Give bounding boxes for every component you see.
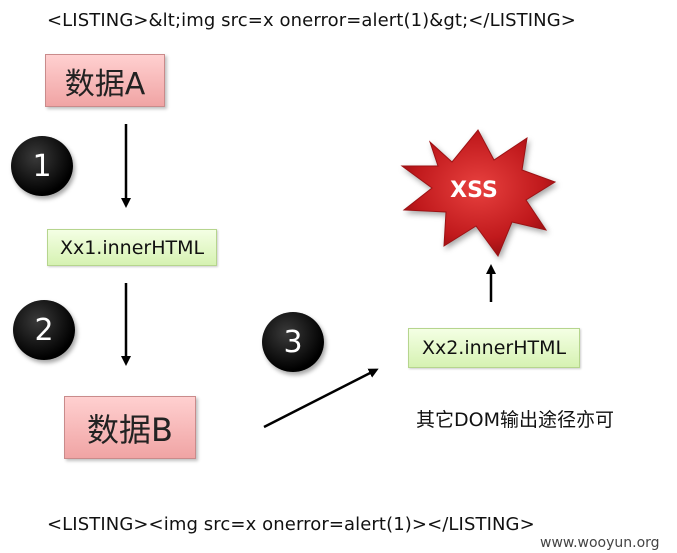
xx2-innerhtml-label: Xx2.innerHTML — [421, 337, 567, 359]
step-badge-2: 2 — [13, 300, 75, 360]
bottom-code-line: <LISTING><img src=x onerror=alert(1)></L… — [47, 514, 535, 535]
data-b-box: 数据B — [64, 396, 196, 459]
xx1-innerhtml-label: Xx1.innerHTML — [59, 236, 205, 259]
other-dom-note: 其它DOM输出途径亦可 — [416, 409, 614, 431]
step-badge-1-label: 1 — [32, 148, 52, 184]
step-badge-3: 3 — [262, 312, 324, 372]
data-a-label: 数据A — [64, 66, 146, 102]
step-badge-2-label: 2 — [34, 312, 54, 348]
step-badge-1: 1 — [11, 136, 73, 196]
xx1-innerhtml-box: Xx1.innerHTML — [47, 229, 217, 266]
step-badge-3-label: 3 — [283, 324, 303, 360]
arrow-b-to-step2 — [263, 368, 379, 429]
data-a-box: 数据A — [45, 54, 165, 107]
watermark: www.wooyun.org — [540, 535, 660, 551]
data-b-label: 数据B — [87, 410, 173, 449]
xx2-innerhtml-box: Xx2.innerHTML — [408, 328, 580, 368]
xss-label: XSS — [450, 178, 498, 203]
